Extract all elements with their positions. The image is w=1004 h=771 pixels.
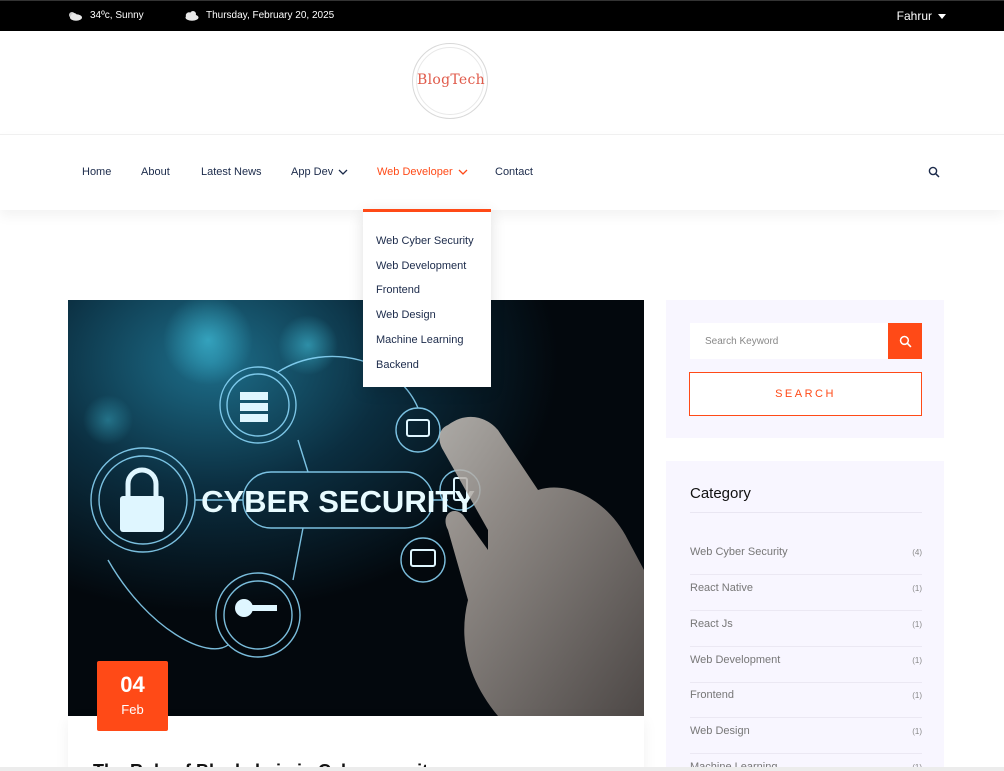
category-item[interactable]: React Js (1) xyxy=(690,611,922,647)
post-month: Feb xyxy=(121,702,144,717)
category-item[interactable]: Web Cyber Security (4) xyxy=(690,539,922,575)
dropdown-item-web-cyber-security[interactable]: Web Cyber Security xyxy=(376,235,474,247)
category-name: Web Cyber Security xyxy=(690,546,788,558)
category-name: React Native xyxy=(690,582,753,594)
nav-about-label: About xyxy=(141,166,170,178)
nav-web-developer-label: Web Developer xyxy=(377,166,453,178)
search-icon xyxy=(899,335,911,347)
nav-home[interactable]: Home xyxy=(82,166,111,178)
top-bar: 34ºc, Sunny Thursday, February 20, 2025 … xyxy=(0,0,1004,31)
category-name: Web Design xyxy=(690,725,750,737)
weather-text: 34ºc, Sunny xyxy=(90,10,144,21)
dropdown-item-frontend[interactable]: Frontend xyxy=(376,284,420,296)
post-featured-image[interactable]: CYBER SECURITY xyxy=(68,300,644,716)
category-count: (1) xyxy=(912,620,922,629)
nav-contact-label: Contact xyxy=(495,166,533,178)
category-item[interactable]: React Native (1) xyxy=(690,575,922,611)
search-widget: SEARCH xyxy=(666,300,944,438)
cyber-security-illustration: CYBER SECURITY xyxy=(68,300,644,716)
logo-area: BlogTech xyxy=(0,31,1004,134)
category-item[interactable]: Web Development (1) xyxy=(690,647,922,683)
search-button[interactable]: SEARCH xyxy=(689,372,922,416)
dropdown-item-web-design[interactable]: Web Design xyxy=(376,309,436,321)
caret-down-icon xyxy=(938,13,946,19)
search-input[interactable] xyxy=(690,323,888,359)
category-count: (1) xyxy=(912,727,922,736)
weather-info: 34ºc, Sunny xyxy=(67,10,144,21)
search-icon[interactable] xyxy=(928,166,940,178)
post-day: 04 xyxy=(120,672,145,697)
nav-latest-news[interactable]: Latest News xyxy=(201,166,262,178)
nav-about[interactable]: About xyxy=(141,166,170,178)
category-item[interactable]: Frontend (1) xyxy=(690,682,922,718)
dropdown-item-machine-learning[interactable]: Machine Learning xyxy=(376,334,463,346)
nav-app-dev-label: App Dev xyxy=(291,166,334,178)
cloud-icon xyxy=(185,11,199,21)
search-icon-button[interactable] xyxy=(888,323,922,359)
date-text: Thursday, February 20, 2025 xyxy=(206,10,335,21)
category-name: Frontend xyxy=(690,689,735,701)
post-date-badge: 04 Feb xyxy=(97,661,168,731)
category-widget: Category Web Cyber Security (4) React Na… xyxy=(666,461,944,771)
chevron-down-icon xyxy=(338,169,348,175)
nav-contact[interactable]: Contact xyxy=(495,166,533,178)
image-caption: CYBER SECURITY xyxy=(201,484,475,519)
category-item[interactable]: Web Design (1) xyxy=(690,718,922,754)
divider xyxy=(690,512,922,513)
site-logo[interactable]: BlogTech xyxy=(412,43,488,119)
cloud-sun-icon xyxy=(69,12,82,21)
category-name: React Js xyxy=(690,618,733,630)
page: 34ºc, Sunny Thursday, February 20, 2025 … xyxy=(0,0,1004,771)
category-name: Web Development xyxy=(690,654,781,666)
category-count: (1) xyxy=(912,691,922,700)
logo-text: BlogTech xyxy=(417,72,485,88)
category-title: Category xyxy=(690,485,751,502)
chevron-down-icon xyxy=(458,169,468,175)
nav-web-developer[interactable]: Web Developer xyxy=(377,166,468,178)
dropdown-item-web-development[interactable]: Web Development xyxy=(376,260,466,272)
user-name: Fahrur xyxy=(896,9,932,23)
nav-app-dev[interactable]: App Dev xyxy=(291,166,348,178)
category-count: (4) xyxy=(912,548,922,557)
dropdown-item-backend[interactable]: Backend xyxy=(376,359,419,371)
bottom-scroll-edge xyxy=(0,767,1004,771)
category-count: (1) xyxy=(912,656,922,665)
category-count: (1) xyxy=(912,584,922,593)
user-menu[interactable]: Fahrur xyxy=(897,9,946,23)
nav-latest-news-label: Latest News xyxy=(201,166,262,178)
web-developer-dropdown: Web Cyber Security Web Development Front… xyxy=(363,209,491,387)
main-nav: Home About Latest News App Dev Web Devel… xyxy=(0,134,1004,210)
date-info: Thursday, February 20, 2025 xyxy=(183,10,334,21)
nav-home-label: Home xyxy=(82,166,112,178)
